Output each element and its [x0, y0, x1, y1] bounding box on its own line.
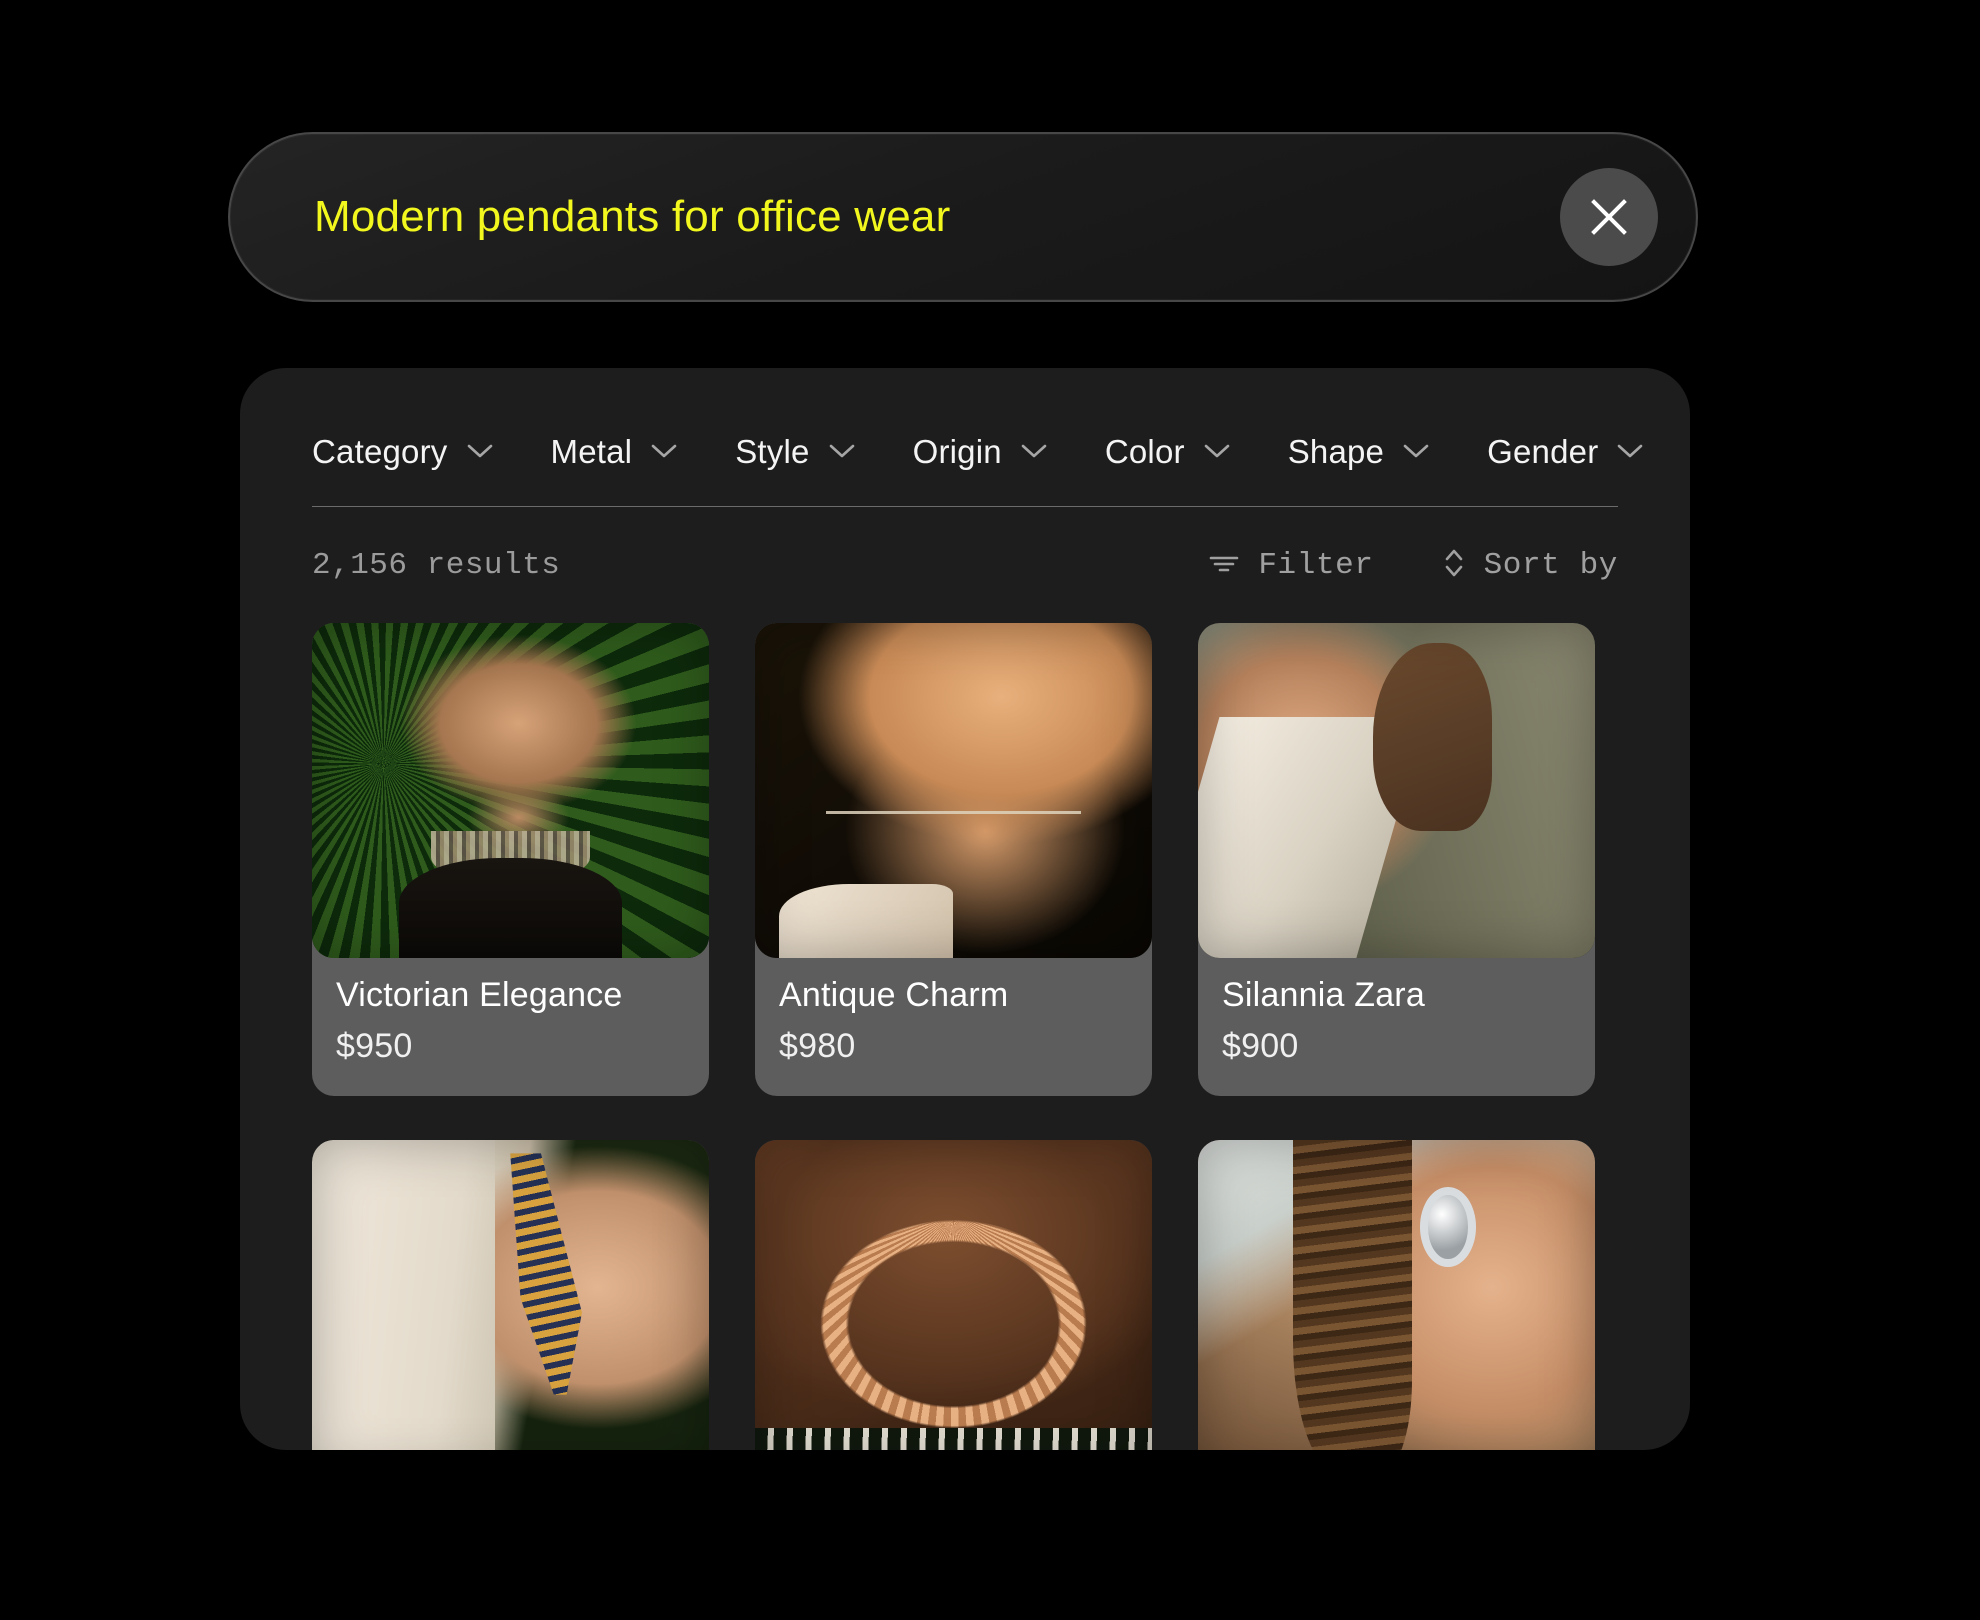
- facet-origin[interactable]: Origin: [913, 433, 1047, 471]
- product-info: Victorian Elegance $950: [312, 958, 709, 1096]
- photo-vignette: [312, 1140, 709, 1450]
- chevron-down-icon: [467, 443, 493, 462]
- filter-button[interactable]: Filter: [1208, 548, 1373, 583]
- photo-vignette: [312, 623, 709, 958]
- facet-metal[interactable]: Metal: [551, 433, 678, 471]
- product-thumbnail: [1198, 623, 1595, 958]
- facet-label: Origin: [912, 433, 1002, 470]
- search-bar[interactable]: [228, 132, 1698, 302]
- product-thumbnail: [755, 623, 1152, 958]
- product-card[interactable]: [312, 1140, 709, 1450]
- result-count: 2,156 results: [312, 547, 561, 583]
- sort-by-button[interactable]: Sort by: [1442, 547, 1618, 584]
- chevron-down-icon: [1617, 443, 1643, 462]
- product-price: $900: [1222, 1027, 1299, 1065]
- chevron-down-icon: [651, 443, 677, 462]
- photo-vignette: [755, 623, 1152, 958]
- search-input[interactable]: [314, 192, 1560, 242]
- facet-category[interactable]: Category: [312, 433, 493, 471]
- product-thumbnail: [755, 1140, 1152, 1450]
- product-info: Silannia Zara $900: [1198, 958, 1595, 1096]
- chevron-down-icon: [829, 443, 855, 462]
- facet-gender[interactable]: Gender: [1487, 433, 1643, 471]
- sort-label: Sort by: [1483, 547, 1618, 583]
- facet-style[interactable]: Style: [735, 433, 854, 471]
- facet-color[interactable]: Color: [1105, 433, 1230, 471]
- product-price: $980: [779, 1027, 856, 1065]
- product-card[interactable]: Silannia Zara $900: [1198, 623, 1595, 1096]
- chevron-down-icon: [1204, 443, 1230, 462]
- product-grid: Victorian Elegance $950 Antique Charm $9…: [240, 623, 1690, 1450]
- product-title: Victorian Elegance: [336, 976, 623, 1014]
- chevron-down-icon: [1021, 443, 1047, 462]
- product-thumbnail: [1198, 1140, 1595, 1450]
- close-x-icon: [1586, 194, 1632, 240]
- product-info: Antique Charm $980: [755, 958, 1152, 1096]
- product-thumbnail: [312, 1140, 709, 1450]
- product-card[interactable]: Antique Charm $980: [755, 623, 1152, 1096]
- facet-label: Gender: [1487, 433, 1599, 470]
- facet-label: Shape: [1287, 433, 1385, 470]
- facet-label: Style: [735, 433, 810, 470]
- filter-lines-icon: [1208, 551, 1240, 580]
- photo-vignette: [755, 1140, 1152, 1450]
- product-price: $950: [336, 1027, 413, 1065]
- product-title: Silannia Zara: [1222, 976, 1425, 1014]
- facet-label: Metal: [550, 433, 633, 470]
- facet-label: Category: [312, 433, 448, 470]
- facet-shape[interactable]: Shape: [1288, 433, 1429, 471]
- filter-label: Filter: [1258, 547, 1374, 583]
- facet-filter-row: Category Metal Style Origin Color Shape …: [240, 368, 1690, 488]
- facet-label: Color: [1104, 433, 1185, 470]
- sort-updown-icon: [1442, 547, 1466, 584]
- results-panel: Category Metal Style Origin Color Shape …: [240, 368, 1690, 1450]
- photo-vignette: [1198, 1140, 1595, 1450]
- product-title: Antique Charm: [779, 976, 1009, 1014]
- chevron-down-icon: [1403, 443, 1429, 462]
- clear-search-button[interactable]: [1560, 168, 1658, 266]
- app-root: Category Metal Style Origin: [0, 0, 1980, 1620]
- photo-vignette: [1198, 623, 1595, 958]
- results-meta-row: 2,156 results Filter Sort by: [240, 507, 1690, 623]
- product-thumbnail: [312, 623, 709, 958]
- product-card[interactable]: Victorian Elegance $950: [312, 623, 709, 1096]
- product-card[interactable]: [1198, 1140, 1595, 1450]
- product-card[interactable]: [755, 1140, 1152, 1450]
